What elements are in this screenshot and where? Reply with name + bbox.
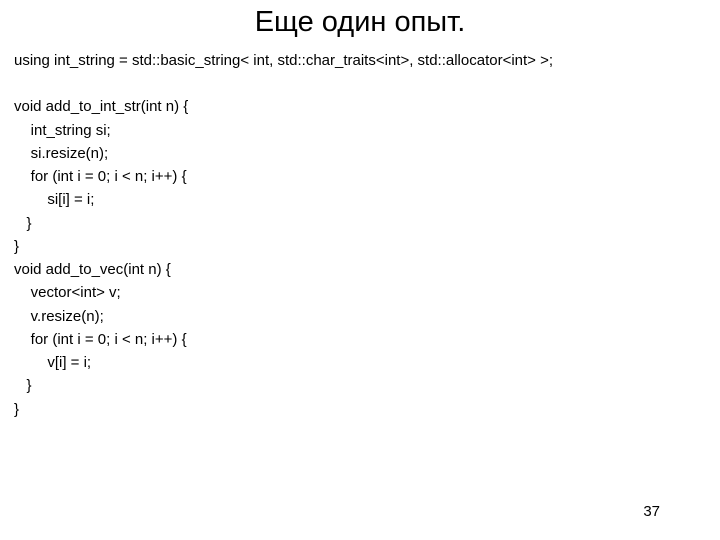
code-line: vector<int> v; <box>14 281 706 304</box>
code-line: } <box>14 235 706 258</box>
code-line: v.resize(n); <box>14 305 706 328</box>
code-line: for (int i = 0; i < n; i++) { <box>14 328 706 351</box>
code-line: v[i] = i; <box>14 351 706 374</box>
code-line: void add_to_int_str(int n) { <box>14 95 706 118</box>
code-block: using int_string = std::basic_string< in… <box>0 49 720 421</box>
code-line: } <box>14 374 706 397</box>
code-line: using int_string = std::basic_string< in… <box>14 49 706 72</box>
code-line: } <box>14 212 706 235</box>
code-line: int_string si; <box>14 119 706 142</box>
slide-title: Еще один опыт. <box>0 0 720 49</box>
code-line: si[i] = i; <box>14 188 706 211</box>
code-line: void add_to_vec(int n) { <box>14 258 706 281</box>
code-line: for (int i = 0; i < n; i++) { <box>14 165 706 188</box>
code-line: } <box>14 398 706 421</box>
blank-line <box>14 72 706 95</box>
code-line: si.resize(n); <box>14 142 706 165</box>
page-number: 37 <box>643 503 660 520</box>
